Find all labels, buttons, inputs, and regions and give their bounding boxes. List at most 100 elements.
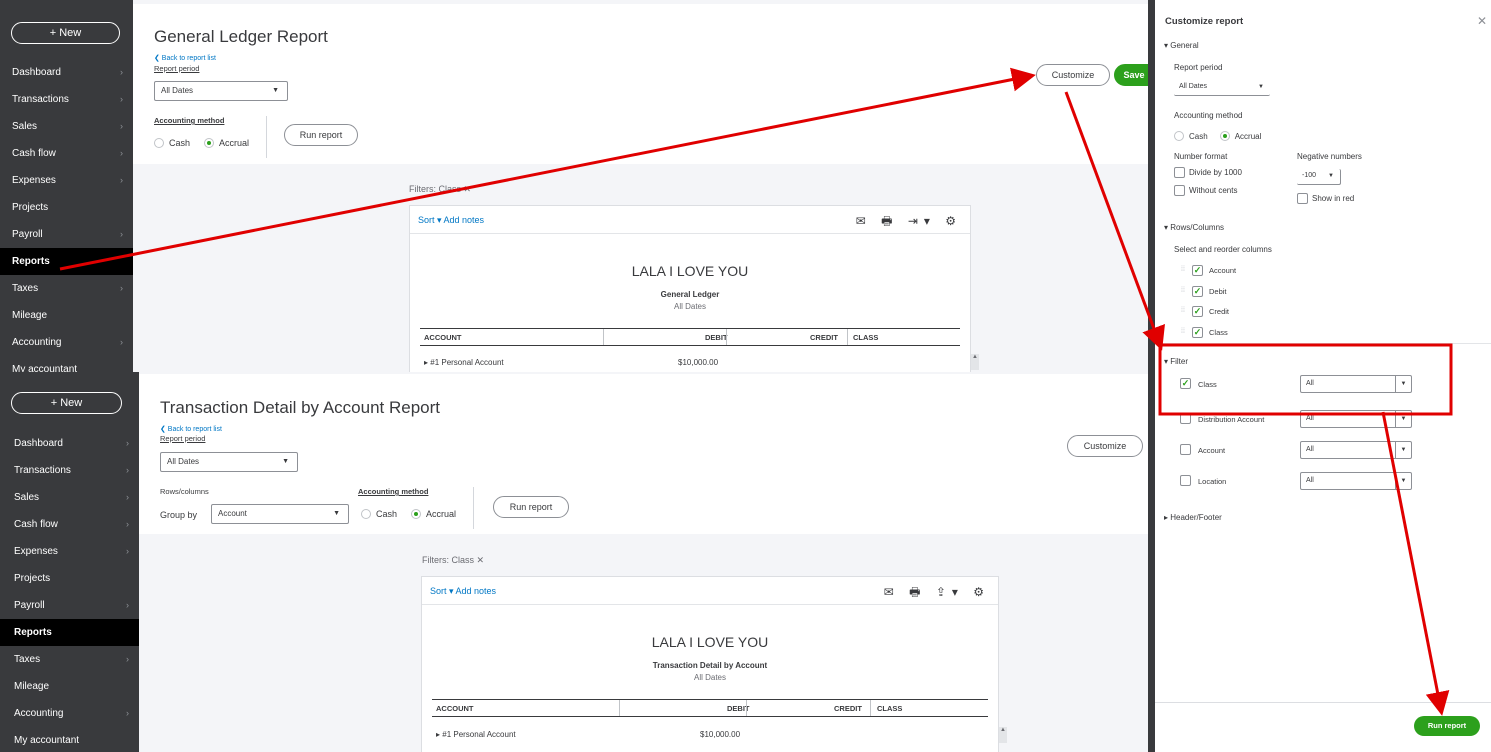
accrual-radio[interactable] — [411, 509, 422, 519]
col-credit[interactable]: CREDIT — [810, 333, 838, 342]
sidebar-item-dashboard[interactable]: Dashboard › — [0, 59, 133, 86]
close-icon[interactable]: ✕ — [1477, 14, 1487, 28]
sidebar-item-sales[interactable]: Sales › — [0, 113, 133, 140]
general-section-toggle[interactable]: ▾ General — [1164, 41, 1199, 50]
sidebar-item-sales[interactable]: Sales › — [0, 484, 139, 511]
sidebar-item-projects[interactable]: Projects — [0, 565, 139, 592]
customize-button[interactable]: Customize — [1067, 435, 1143, 457]
select-reorder-columns-label: Select and reorder columns — [1174, 245, 1272, 254]
filter-section-toggle[interactable]: ▾ Filter — [1164, 357, 1188, 366]
sidebar-item-my-accountant[interactable]: My accountant — [0, 356, 133, 372]
accrual-radio[interactable] — [204, 138, 215, 148]
back-to-report-list-link[interactable]: ❮ Back to report list — [154, 54, 216, 62]
report-header: General Ledger Report ❮ Back to report l… — [133, 4, 1148, 164]
sidebar-item-taxes[interactable]: Taxes › — [0, 275, 133, 302]
chevron-down-icon: ▼ — [282, 458, 289, 465]
filter-select[interactable]: All ▼ — [1300, 472, 1412, 490]
sidebar-item-mileage[interactable]: Mileage — [0, 302, 133, 329]
filter-checkbox[interactable] — [1180, 413, 1191, 424]
sidebar-item-my-accountant[interactable]: My accountant — [0, 727, 139, 752]
column-label: Credit — [1209, 307, 1230, 316]
report-card: Sort ▾ Add notes ✉ 🖶 ⇥▾ ⚙ LALA I LOVE YO… — [409, 205, 979, 372]
column-checkbox[interactable]: ✓ — [1192, 285, 1203, 297]
sort-and-notes[interactable]: Sort ▾ Add notes — [418, 215, 484, 226]
filters-bar[interactable]: Filters: Class ✕ — [409, 184, 471, 195]
filter-select[interactable]: All ▼ — [1300, 410, 1412, 428]
filter-checkbox[interactable] — [1180, 475, 1191, 486]
filters-bar[interactable]: Filters: Class ✕ — [422, 555, 484, 566]
drag-handle-icon[interactable]: ⁞⁞ — [1181, 287, 1185, 294]
col-class[interactable]: CLASS — [877, 704, 902, 713]
drag-handle-icon[interactable]: ⁞⁞ — [1181, 266, 1185, 273]
col-account[interactable]: ACCOUNT — [436, 704, 474, 713]
header-footer-section-toggle[interactable]: ▸ Header/Footer — [1164, 513, 1222, 522]
sidebar-item-cash-flow[interactable]: Cash flow › — [0, 140, 133, 167]
divide-by-1000-checkbox[interactable] — [1174, 167, 1185, 178]
column-checkbox[interactable]: ✓ — [1192, 265, 1203, 276]
sidebar-item-transactions[interactable]: Transactions › — [0, 457, 139, 484]
without-cents-checkbox[interactable] — [1174, 185, 1185, 196]
chevron-right-icon: › — [126, 600, 129, 610]
run-report-button[interactable]: Run report — [493, 496, 569, 518]
filter-label: Class — [1198, 380, 1217, 389]
drag-handle-icon[interactable]: ⁞⁞ — [1181, 328, 1185, 335]
filter-checkbox[interactable]: ✓ — [1180, 378, 1191, 389]
col-credit[interactable]: CREDIT — [834, 704, 862, 713]
accounting-method-label: Accounting method — [154, 116, 225, 125]
sidebar-item-reports[interactable]: Reports — [0, 248, 133, 275]
sidebar-item-accounting[interactable]: Accounting › — [0, 700, 139, 727]
col-account[interactable]: ACCOUNT — [424, 333, 462, 342]
scrollbar[interactable]: ▲ — [971, 354, 979, 370]
new-button[interactable]: + New — [11, 22, 120, 44]
filter-checkbox[interactable] — [1180, 444, 1191, 455]
run-report-button[interactable]: Run report — [1414, 716, 1480, 736]
sidebar-item-accounting[interactable]: Accounting › — [0, 329, 133, 356]
sidebar-item-transactions[interactable]: Transactions › — [0, 86, 133, 113]
report-period-select[interactable]: All Dates ▼ — [154, 81, 288, 101]
table-row[interactable]: ▸ #1 Personal Account $10,000.00 — [420, 355, 960, 371]
run-report-button[interactable]: Run report — [284, 124, 358, 146]
table-row[interactable]: ▸ #1 Personal Account $10,000.00 — [432, 727, 988, 743]
drag-handle-icon[interactable]: ⁞⁞ — [1181, 307, 1185, 314]
accrual-label: Accrual — [426, 509, 457, 519]
sort-and-notes[interactable]: Sort ▾ Add notes — [430, 586, 496, 597]
sidebar-item-reports[interactable]: Reports — [0, 619, 139, 646]
sidebar-item-projects[interactable]: Projects — [0, 194, 133, 221]
sidebar-item-payroll[interactable]: Payroll › — [0, 221, 133, 248]
report-period-select[interactable]: All Dates ▼ — [160, 452, 298, 472]
new-button[interactable]: + New — [11, 392, 122, 414]
column-label: Debit — [1209, 286, 1227, 296]
filter-select[interactable]: All ▼ — [1300, 441, 1412, 459]
report-toolbar-icons[interactable]: ✉ 🖶 ⇪▾ ⚙ — [884, 583, 990, 604]
report-name: General Ledger — [660, 290, 720, 299]
report-toolbar-icons[interactable]: ✉ 🖶 ⇥▾ ⚙ — [856, 212, 962, 233]
negative-numbers-select[interactable]: -100 ▼ — [1297, 169, 1341, 185]
accrual-radio[interactable] — [1219, 131, 1230, 141]
sidebar-item-expenses[interactable]: Expenses › — [0, 167, 133, 194]
show-in-red-checkbox[interactable] — [1297, 193, 1308, 204]
back-to-report-list-link[interactable]: ❮ Back to report list — [160, 425, 222, 433]
column-checkbox[interactable]: ✓ — [1192, 326, 1203, 338]
sidebar-item-mileage[interactable]: Mileage — [0, 673, 139, 700]
cash-radio[interactable] — [361, 509, 371, 519]
company-name: LALA I LOVE YOU — [651, 634, 769, 650]
filter-select[interactable]: All ▼ — [1300, 375, 1412, 393]
scrollbar[interactable]: ▲ — [999, 727, 1007, 743]
sidebar-item-taxes[interactable]: Taxes › — [0, 646, 139, 673]
sidebar-item-cash-flow[interactable]: Cash flow › — [0, 511, 139, 538]
col-debit[interactable]: DEBIT — [705, 333, 728, 342]
cash-radio[interactable] — [1174, 131, 1184, 141]
save-button[interactable]: Save — [1114, 64, 1148, 86]
report-period-select[interactable]: All Dates ▼ — [1174, 80, 1270, 96]
group-by-select[interactable]: Account ▼ — [211, 504, 349, 524]
column-divider — [726, 329, 727, 345]
sidebar-item-expenses[interactable]: Expenses › — [0, 538, 139, 565]
cash-radio[interactable] — [154, 138, 164, 148]
rows-columns-section-toggle[interactable]: ▾ Rows/Columns — [1164, 223, 1224, 232]
column-checkbox[interactable]: ✓ — [1192, 306, 1203, 317]
col-class[interactable]: CLASS — [853, 333, 878, 342]
sidebar-item-payroll[interactable]: Payroll › — [0, 592, 139, 619]
report-period-label: Report period — [154, 64, 200, 73]
customize-button[interactable]: Customize — [1036, 64, 1110, 86]
sidebar-item-dashboard[interactable]: Dashboard › — [0, 430, 139, 457]
